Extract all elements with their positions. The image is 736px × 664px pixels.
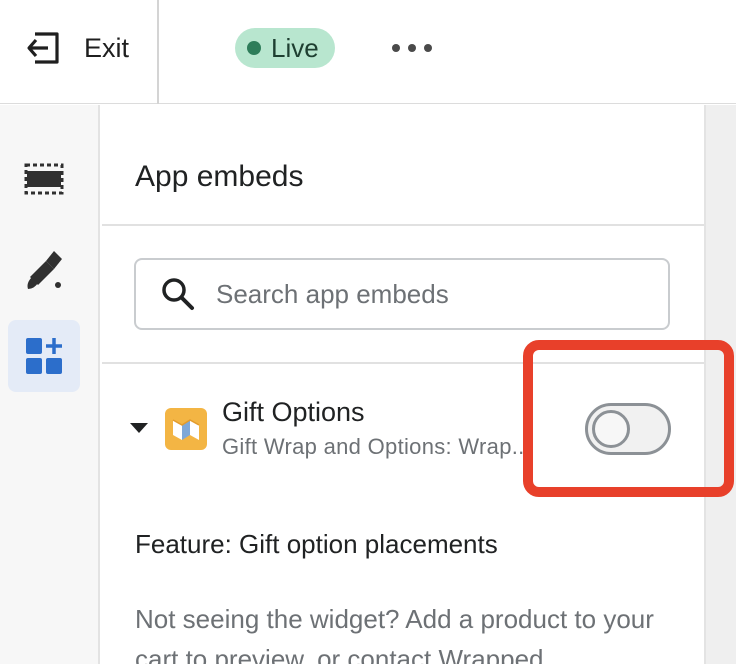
divider: [102, 224, 704, 226]
embed-description: Gift Wrap and Options: Wrap...: [222, 434, 531, 459]
rail-item-sections[interactable]: [8, 143, 80, 215]
rail-item-theme-settings[interactable]: [8, 233, 80, 305]
more-dot: [408, 44, 416, 52]
exit-label: Exit: [84, 32, 130, 63]
feature-text: Not seeing the widget? Add a product to …: [135, 604, 654, 664]
embed-name: Gift Options: [222, 397, 365, 427]
status-dot-icon: [247, 41, 261, 55]
paint-brush-icon: [27, 251, 62, 289]
sidebar-rail: [0, 105, 100, 664]
highlight-annotation: [523, 340, 734, 497]
more-actions-button[interactable]: [392, 30, 432, 66]
apps-add-icon: [26, 338, 62, 374]
more-horizontal-icon: [392, 44, 400, 52]
more-dot: [424, 44, 432, 52]
status-label: Live: [271, 32, 319, 63]
topbar-divider: [157, 0, 159, 104]
search-field[interactable]: [134, 258, 670, 330]
search-input[interactable]: [216, 278, 656, 310]
rail-item-app-embeds[interactable]: [8, 320, 80, 392]
layout-sections-icon: [24, 163, 64, 195]
panel-title: App embeds: [135, 160, 304, 193]
gift-options-app-icon: [165, 408, 207, 450]
chevron-down-icon[interactable]: [130, 423, 148, 433]
search-icon: [162, 278, 194, 310]
exit-icon: [27, 32, 59, 64]
exit-button[interactable]: Exit: [24, 28, 129, 68]
top-bar: Exit Live: [0, 0, 736, 104]
feature-title: Feature: Gift option placements: [135, 529, 498, 559]
status-badge: Live: [235, 28, 335, 68]
